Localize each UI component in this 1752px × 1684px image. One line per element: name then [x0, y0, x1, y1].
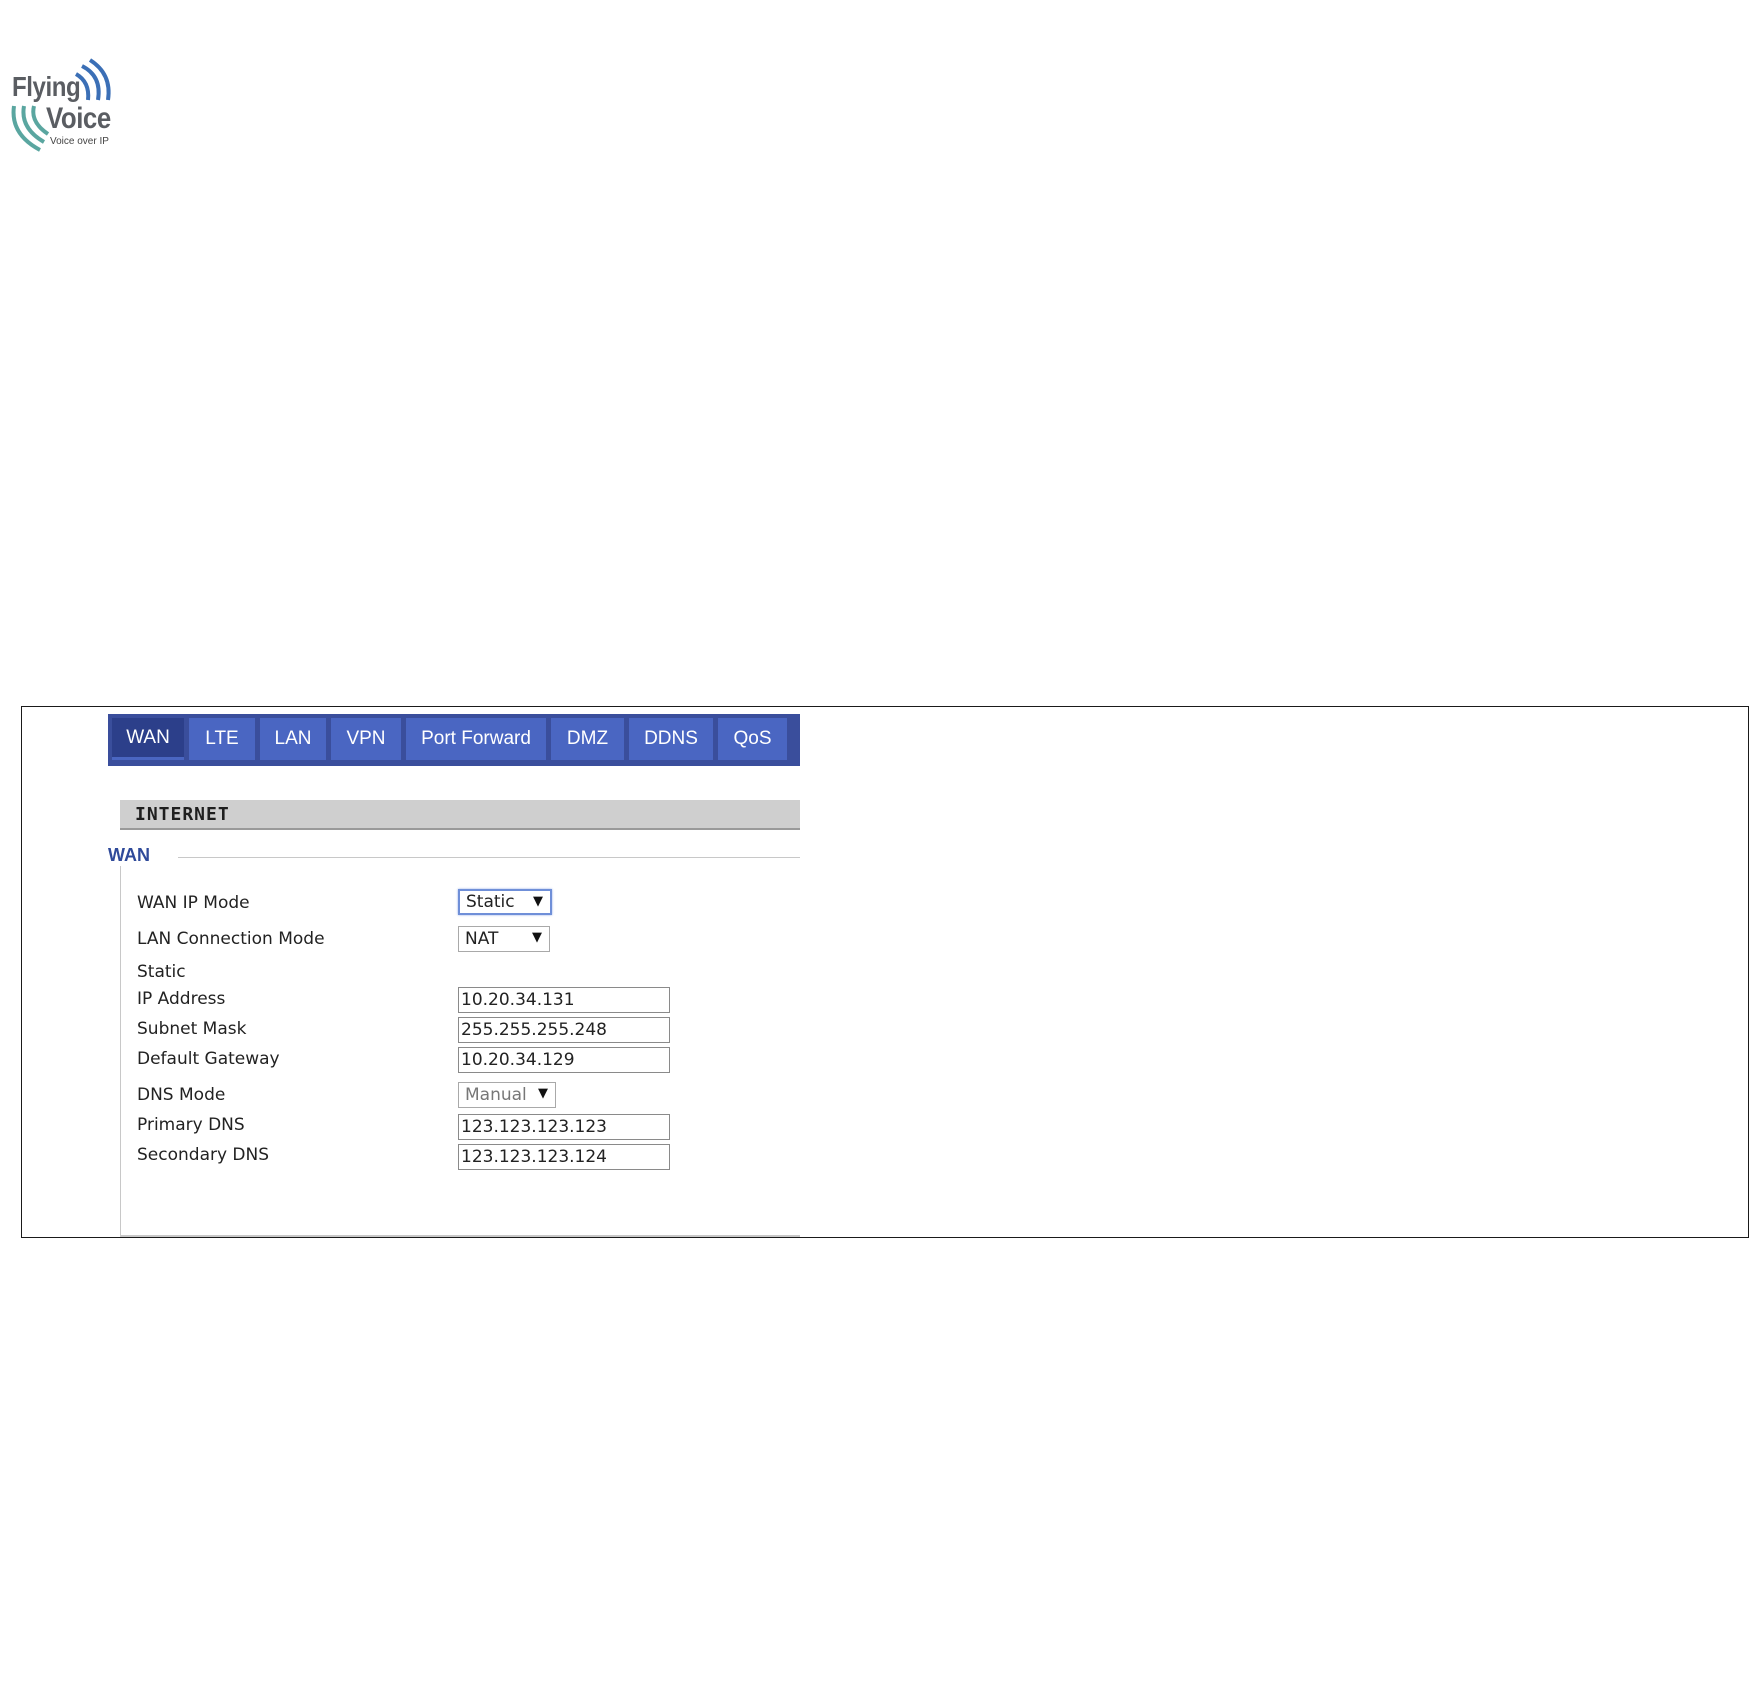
primary-dns-input[interactable]: [458, 1114, 670, 1140]
network-tab-bar: WAN LTE LAN VPN Port Forward DMZ DDNS Qo…: [108, 714, 800, 766]
chevron-down-icon: ▼: [532, 930, 542, 945]
dns-mode-value: Manual: [465, 1085, 527, 1105]
wan-ip-mode-select[interactable]: Static ▼: [458, 889, 552, 915]
lan-connection-mode-label: LAN Connection Mode: [137, 929, 325, 949]
static-heading: Static: [137, 962, 186, 982]
tab-wan[interactable]: WAN: [112, 718, 184, 760]
primary-dns-label: Primary DNS: [137, 1115, 245, 1135]
secondary-dns-label: Secondary DNS: [137, 1145, 270, 1165]
flyingvoice-logo: Flying Voice Voice over IP: [10, 58, 120, 154]
section-title: INTERNET: [135, 803, 230, 825]
dns-mode-select[interactable]: Manual ▼: [458, 1082, 556, 1108]
chevron-down-icon: ▼: [538, 1086, 548, 1101]
wan-legend: WAN: [108, 845, 178, 866]
tab-lte[interactable]: LTE: [189, 718, 255, 760]
tab-qos[interactable]: QoS: [718, 718, 787, 760]
default-gateway-input[interactable]: [458, 1047, 670, 1073]
subnet-mask-input[interactable]: [458, 1017, 670, 1043]
ip-address-label: IP Address: [137, 989, 226, 1009]
section-header-internet: INTERNET: [120, 800, 800, 830]
wan-ip-mode-label: WAN IP Mode: [137, 893, 250, 913]
tab-ddns[interactable]: DDNS: [629, 718, 713, 760]
dns-mode-label: DNS Mode: [137, 1085, 226, 1105]
logo-tagline: Voice over IP: [50, 136, 109, 147]
chevron-down-icon: ▼: [533, 894, 543, 909]
tab-port-forward[interactable]: Port Forward: [406, 718, 546, 760]
subnet-mask-label: Subnet Mask: [137, 1019, 247, 1039]
secondary-dns-input[interactable]: [458, 1144, 670, 1170]
ip-address-input[interactable]: [458, 987, 670, 1013]
lan-connection-mode-value: NAT: [465, 929, 499, 949]
screenshot-frame: WAN LTE LAN VPN Port Forward DMZ DDNS Qo…: [21, 706, 1749, 1238]
logo-text-voice: Voice: [46, 102, 111, 135]
logo-text-flying: Flying: [12, 71, 81, 102]
default-gateway-label: Default Gateway: [137, 1049, 280, 1069]
lan-connection-mode-select[interactable]: NAT ▼: [458, 926, 550, 952]
tab-lan[interactable]: LAN: [260, 718, 326, 760]
tab-vpn[interactable]: VPN: [331, 718, 401, 760]
wan-ip-mode-value: Static: [466, 892, 515, 912]
tab-dmz[interactable]: DMZ: [551, 718, 624, 760]
